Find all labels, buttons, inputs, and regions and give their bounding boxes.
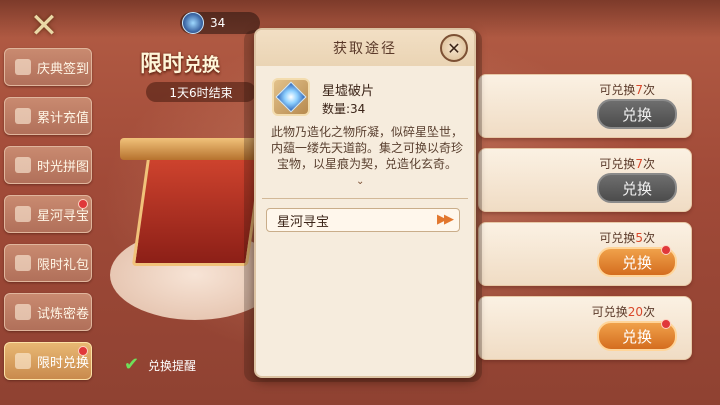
scroll-icon xyxy=(15,304,31,320)
source-label: 星河寻宝 xyxy=(277,214,330,230)
exchange-card: 可兑换7次 兑换 xyxy=(478,74,692,138)
event-timer: 1天6时结束 xyxy=(146,82,256,102)
exchange-reminder-toggle[interactable]: ✔ 兑换提醒 xyxy=(124,356,196,374)
sidebar: 庆典签到 累计充值 时光拼图 星河寻宝 限时礼包 试炼密卷 限时兑换 xyxy=(4,48,96,398)
star-icon xyxy=(15,206,31,222)
exchange-count: 可兑换7次 xyxy=(599,157,655,171)
sidebar-item-label: 累计充值 xyxy=(37,110,90,126)
currency-value: 34 xyxy=(210,16,226,30)
sidebar-item-cumulative-recharge[interactable]: 累计充值 xyxy=(4,97,92,135)
close-icon[interactable]: ✕ xyxy=(24,6,64,46)
item-name: 星墟破片 xyxy=(322,84,375,99)
puzzle-icon xyxy=(15,157,31,173)
notification-dot xyxy=(78,199,88,209)
sidebar-item-limited-gift[interactable]: 限时礼包 xyxy=(4,244,92,282)
source-star-treasure-button[interactable]: 星河寻宝 ▶▶ xyxy=(266,208,460,232)
gift-icon xyxy=(15,255,31,271)
item-description: 此物乃造化之物所凝，似碎星坠世，内蕴一缕先天道韵。集之可换以奇珍宝物，以星痕为契… xyxy=(270,125,463,171)
notification-dot xyxy=(661,245,671,255)
exchange-card: 可兑换7次 兑换 xyxy=(478,148,692,212)
page-title: 限时兑换 xyxy=(140,46,220,78)
close-icon[interactable]: ✕ xyxy=(440,34,468,62)
title-small: 兑换 xyxy=(184,55,221,76)
sidebar-item-trial-scroll[interactable]: 试炼密卷 xyxy=(4,293,92,331)
sidebar-item-label: 试炼密卷 xyxy=(37,306,90,322)
exchange-reminder-label: 兑换提醒 xyxy=(148,358,197,373)
chevron-down-icon[interactable]: ⌄ xyxy=(356,176,364,187)
exchange-icon xyxy=(15,353,31,369)
sidebar-item-label: 时光拼图 xyxy=(37,159,90,175)
item-info: 星墟破片 数量:34 xyxy=(272,78,462,126)
star-shard-icon xyxy=(272,78,310,116)
sidebar-item-limited-exchange[interactable]: 限时兑换 xyxy=(4,342,92,380)
exchange-button[interactable]: 兑换 xyxy=(597,173,677,203)
sidebar-item-celebration-signin[interactable]: 庆典签到 xyxy=(4,48,92,86)
checkmark-icon: ✔ xyxy=(124,354,140,375)
exchange-card: 可兑换20次 兑换 xyxy=(478,296,692,360)
item-quantity: 数量:34 xyxy=(322,102,366,116)
exchange-count: 可兑换5次 xyxy=(599,231,655,245)
title-main: 限时 xyxy=(140,52,185,77)
notification-dot xyxy=(661,319,671,329)
exchange-count: 可兑换20次 xyxy=(591,305,655,319)
exchange-button[interactable]: 兑换 xyxy=(597,99,677,129)
sidebar-item-star-treasure[interactable]: 星河寻宝 xyxy=(4,195,92,233)
exchange-card: 可兑换5次 兑换 xyxy=(478,222,692,286)
double-arrow-right-icon: ▶▶ xyxy=(437,212,454,227)
acquire-source-dialog: 获取途径 ✕ 星墟破片 数量:34 此物乃造化之物所凝，似碎星坠世，内蕴一缕先天… xyxy=(254,28,476,378)
notification-dot xyxy=(78,346,88,356)
sidebar-item-label: 限时礼包 xyxy=(37,257,90,273)
gem-icon xyxy=(182,12,204,34)
sidebar-item-label: 庆典签到 xyxy=(37,61,90,77)
coin-icon xyxy=(15,108,31,124)
exchange-count: 可兑换7次 xyxy=(599,83,655,97)
calendar-icon xyxy=(15,59,31,75)
divider xyxy=(262,198,468,199)
sidebar-item-time-puzzle[interactable]: 时光拼图 xyxy=(4,146,92,184)
